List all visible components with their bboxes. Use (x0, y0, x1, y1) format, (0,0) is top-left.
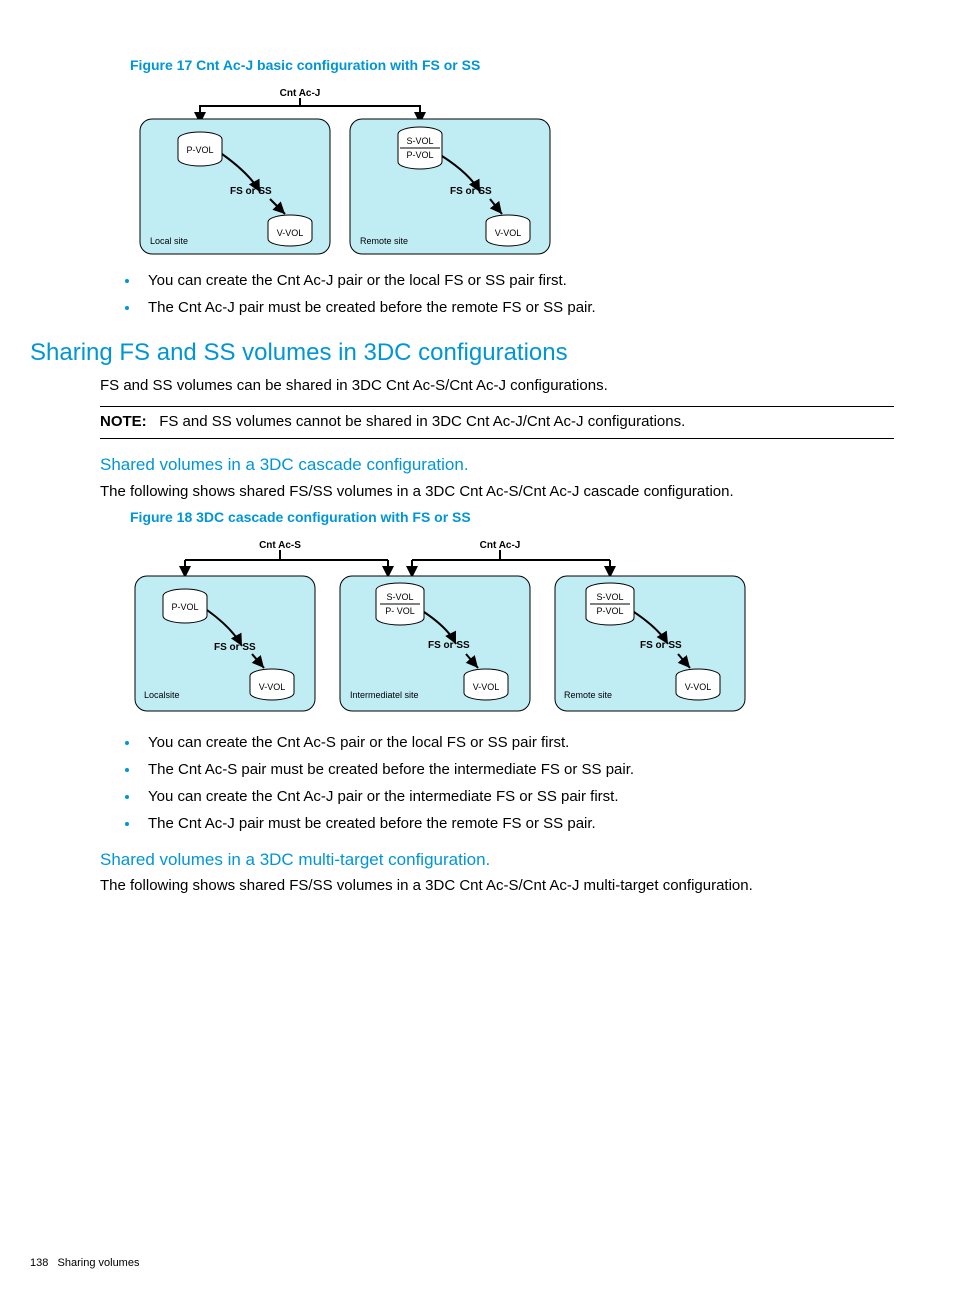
svg-text:S-VOL: S-VOL (406, 136, 433, 146)
svg-text:Cnt Ac-J: Cnt Ac-J (280, 88, 321, 99)
svg-text:Remote site: Remote site (360, 236, 408, 246)
figure-18-caption: Figure 18 3DC cascade configuration with… (130, 508, 894, 528)
svg-text:P-VOL: P-VOL (186, 145, 213, 155)
bullet-text: You can create the Cnt Ac-J pair or the … (148, 272, 567, 289)
heading-multi-target: Shared volumes in a 3DC multi-target con… (100, 848, 894, 872)
svg-text:Local site: Local site (150, 236, 188, 246)
svg-text:P-VOL: P-VOL (596, 606, 623, 616)
svg-text:V-VOL: V-VOL (277, 228, 304, 238)
note-text: FS and SS volumes cannot be shared in 3D… (159, 413, 685, 430)
figure-18-bullets: You can create the Cnt Ac-S pair or the … (140, 732, 894, 834)
svg-text:P- VOL: P- VOL (385, 606, 415, 616)
svg-text:FS or SS: FS or SS (230, 186, 272, 197)
svg-text:P-VOL: P-VOL (171, 602, 198, 612)
bullet-text: You can create the Cnt Ac-J pair or the … (148, 788, 619, 805)
svg-text:V-VOL: V-VOL (685, 682, 712, 692)
paragraph: FS and SS volumes can be shared in 3DC C… (100, 375, 894, 396)
bullet-text: The Cnt Ac-J pair must be created before… (148, 815, 596, 832)
svg-text:FS or SS: FS or SS (450, 186, 492, 197)
page-footer: 138 Sharing volumes (30, 1256, 894, 1271)
footer-section: Sharing volumes (58, 1257, 140, 1269)
svg-text:Remote site: Remote site (564, 690, 612, 700)
svg-text:Localsite: Localsite (144, 690, 180, 700)
heading-cascade: Shared volumes in a 3DC cascade configur… (100, 453, 894, 477)
svg-text:Cnt Ac-J: Cnt Ac-J (480, 540, 521, 551)
divider (100, 406, 894, 407)
figure-17-diagram: Cnt Ac-J P-VOL FS or SS V-VOL Local site… (130, 84, 894, 264)
svg-text:V-VOL: V-VOL (259, 682, 286, 692)
svg-text:Intermediatel site: Intermediatel site (350, 690, 419, 700)
figure-18-diagram: Cnt Ac-S Cnt Ac-J P-VOL FS or SS V-VOL L… (130, 536, 894, 726)
svg-text:V-VOL: V-VOL (495, 228, 522, 238)
divider (100, 438, 894, 439)
bullet-text: The Cnt Ac-S pair must be created before… (148, 761, 634, 778)
svg-text:FS or SS: FS or SS (640, 640, 682, 651)
note-label: NOTE: (100, 413, 147, 430)
svg-text:Cnt Ac-S: Cnt Ac-S (259, 540, 301, 551)
svg-text:P-VOL: P-VOL (406, 150, 433, 160)
figure-17-caption: Figure 17 Cnt Ac-J basic configuration w… (130, 56, 894, 76)
bullet-text: The Cnt Ac-J pair must be created before… (148, 299, 596, 316)
figure-17-bullets: You can create the Cnt Ac-J pair or the … (140, 270, 894, 318)
svg-text:S-VOL: S-VOL (596, 592, 623, 602)
svg-text:V-VOL: V-VOL (473, 682, 500, 692)
svg-text:FS or SS: FS or SS (428, 640, 470, 651)
paragraph: The following shows shared FS/SS volumes… (100, 481, 894, 502)
note-block: NOTE: FS and SS volumes cannot be shared… (100, 411, 894, 432)
svg-text:S-VOL: S-VOL (386, 592, 413, 602)
paragraph: The following shows shared FS/SS volumes… (100, 875, 894, 896)
heading-sharing-fs-ss-3dc: Sharing FS and SS volumes in 3DC configu… (30, 336, 894, 370)
page-number: 138 (30, 1257, 48, 1269)
bullet-text: You can create the Cnt Ac-S pair or the … (148, 734, 569, 751)
svg-text:FS or SS: FS or SS (214, 642, 256, 653)
